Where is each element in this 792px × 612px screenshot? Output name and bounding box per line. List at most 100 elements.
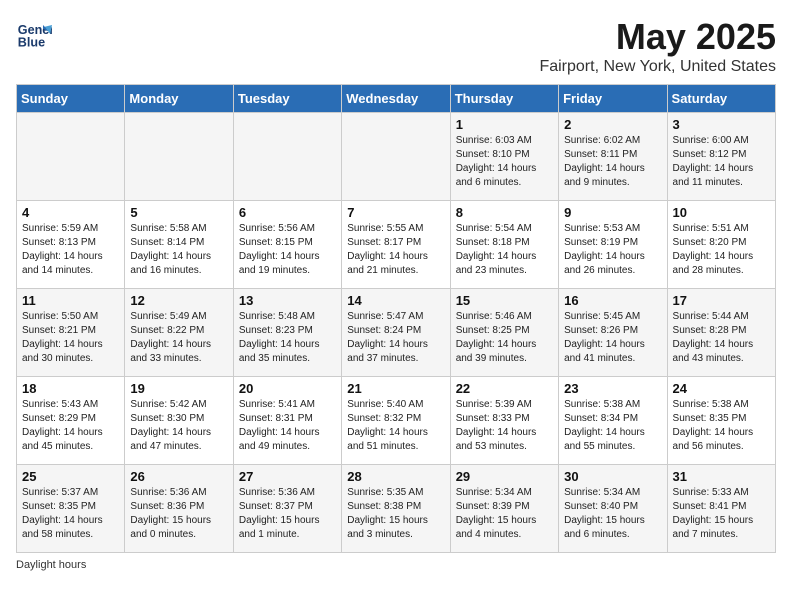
day-info: Sunrise: 5:39 AM Sunset: 8:33 PM Dayligh…	[456, 398, 553, 454]
day-number: 20	[239, 381, 336, 396]
day-number: 11	[22, 293, 119, 308]
calendar-cell: 4Sunrise: 5:59 AM Sunset: 8:13 PM Daylig…	[17, 201, 125, 289]
calendar-cell: 3 Sunrise: 6:00 AM Sunset: 8:12 PM Daylig…	[667, 113, 775, 201]
calendar-cell	[342, 113, 450, 201]
day-info: Sunrise: 6:03 AM Sunset: 8:10 PM Dayligh…	[456, 134, 553, 190]
day-info: Sunrise: 5:44 AM Sunset: 8:28 PM Dayligh…	[673, 310, 770, 366]
calendar-cell: 17 Sunrise: 5:44 AM Sunset: 8:28 PM Dayli…	[667, 289, 775, 377]
weekday-header: Sunday	[17, 85, 125, 113]
page-header: General Blue May 2025 Fairport, New York…	[16, 16, 776, 76]
day-info: Sunrise: 5:35 AM Sunset: 8:38 PM Dayligh…	[347, 486, 444, 542]
logo: General Blue	[16, 16, 52, 52]
day-number: 8	[456, 205, 553, 220]
legend: Daylight hours	[16, 559, 776, 571]
calendar-cell: 15 Sunrise: 5:46 AM Sunset: 8:25 PM Dayli…	[450, 289, 558, 377]
day-number: 21	[347, 381, 444, 396]
calendar-cell	[17, 113, 125, 201]
weekday-header: Tuesday	[233, 85, 341, 113]
day-number: 12	[130, 293, 227, 308]
day-number: 9	[564, 205, 661, 220]
calendar-cell: 20 Sunrise: 5:41 AM Sunset: 8:31 PM Dayli…	[233, 377, 341, 465]
day-info: Sunrise: 5:36 AM Sunset: 8:37 PM Dayligh…	[239, 486, 336, 542]
calendar-cell: 23 Sunrise: 5:38 AM Sunset: 8:34 PM Dayli…	[559, 377, 667, 465]
day-info: Sunrise: 5:55 AM Sunset: 8:17 PM Dayligh…	[347, 222, 444, 278]
calendar-cell: 16 Sunrise: 5:45 AM Sunset: 8:26 PM Dayli…	[559, 289, 667, 377]
day-info: Sunrise: 5:46 AM Sunset: 8:25 PM Dayligh…	[456, 310, 553, 366]
svg-text:Blue: Blue	[18, 36, 45, 50]
day-info: Sunrise: 5:47 AM Sunset: 8:24 PM Dayligh…	[347, 310, 444, 366]
calendar-cell: 18Sunrise: 5:43 AM Sunset: 8:29 PM Dayli…	[17, 377, 125, 465]
day-number: 24	[673, 381, 770, 396]
day-number: 23	[564, 381, 661, 396]
day-info: Sunrise: 5:36 AM Sunset: 8:36 PM Dayligh…	[130, 486, 227, 542]
day-info: Sunrise: 5:56 AM Sunset: 8:15 PM Dayligh…	[239, 222, 336, 278]
calendar-cell: 21 Sunrise: 5:40 AM Sunset: 8:32 PM Dayli…	[342, 377, 450, 465]
day-info: Sunrise: 5:54 AM Sunset: 8:18 PM Dayligh…	[456, 222, 553, 278]
calendar-cell: 27Sunrise: 5:36 AM Sunset: 8:37 PM Dayli…	[233, 465, 341, 553]
day-info: Sunrise: 5:45 AM Sunset: 8:26 PM Dayligh…	[564, 310, 661, 366]
day-info: Sunrise: 5:33 AM Sunset: 8:41 PM Dayligh…	[673, 486, 770, 542]
day-number: 30	[564, 469, 661, 484]
calendar-cell: 29Sunrise: 5:34 AM Sunset: 8:39 PM Dayli…	[450, 465, 558, 553]
day-number: 28	[347, 469, 444, 484]
calendar-cell: 19 Sunrise: 5:42 AM Sunset: 8:30 PM Dayli…	[125, 377, 233, 465]
calendar-header: SundayMondayTuesdayWednesdayThursdayFrid…	[17, 85, 776, 113]
day-info: Sunrise: 5:42 AM Sunset: 8:30 PM Dayligh…	[130, 398, 227, 454]
calendar-cell: 26Sunrise: 5:36 AM Sunset: 8:36 PM Dayli…	[125, 465, 233, 553]
calendar-week-row: 11 Sunrise: 5:50 AM Sunset: 8:21 PM Dayli…	[17, 289, 776, 377]
day-info: Sunrise: 5:43 AM Sunset: 8:29 PM Dayligh…	[22, 398, 119, 454]
day-info: Sunrise: 5:48 AM Sunset: 8:23 PM Dayligh…	[239, 310, 336, 366]
day-number: 31	[673, 469, 770, 484]
day-number: 15	[456, 293, 553, 308]
day-number: 16	[564, 293, 661, 308]
day-info: Sunrise: 6:00 AM Sunset: 8:12 PM Dayligh…	[673, 134, 770, 190]
calendar-cell: 6Sunrise: 5:56 AM Sunset: 8:15 PM Daylig…	[233, 201, 341, 289]
calendar-cell: 31 Sunrise: 5:33 AM Sunset: 8:41 PM Dayli…	[667, 465, 775, 553]
day-info: Sunrise: 5:50 AM Sunset: 8:21 PM Dayligh…	[22, 310, 119, 366]
calendar-cell: 5 Sunrise: 5:58 AM Sunset: 8:14 PM Daylig…	[125, 201, 233, 289]
calendar-body: 1 Sunrise: 6:03 AM Sunset: 8:10 PM Daylig…	[17, 113, 776, 553]
day-info: Sunrise: 5:53 AM Sunset: 8:19 PM Dayligh…	[564, 222, 661, 278]
calendar-cell: 28 Sunrise: 5:35 AM Sunset: 8:38 PM Dayli…	[342, 465, 450, 553]
main-title: May 2025	[539, 16, 776, 58]
day-info: Sunrise: 5:34 AM Sunset: 8:40 PM Dayligh…	[564, 486, 661, 542]
calendar-cell: 13 Sunrise: 5:48 AM Sunset: 8:23 PM Dayli…	[233, 289, 341, 377]
weekday-row: SundayMondayTuesdayWednesdayThursdayFrid…	[17, 85, 776, 113]
weekday-header: Saturday	[667, 85, 775, 113]
day-number: 13	[239, 293, 336, 308]
logo-icon: General Blue	[16, 16, 52, 52]
calendar-cell: 14 Sunrise: 5:47 AM Sunset: 8:24 PM Dayli…	[342, 289, 450, 377]
calendar-cell: 2Sunrise: 6:02 AM Sunset: 8:11 PM Daylig…	[559, 113, 667, 201]
subtitle: Fairport, New York, United States	[539, 58, 776, 76]
day-number: 5	[130, 205, 227, 220]
day-number: 25	[22, 469, 119, 484]
day-number: 3	[673, 117, 770, 132]
weekday-header: Wednesday	[342, 85, 450, 113]
calendar-week-row: 25 Sunrise: 5:37 AM Sunset: 8:35 PM Dayli…	[17, 465, 776, 553]
calendar-week-row: 1 Sunrise: 6:03 AM Sunset: 8:10 PM Daylig…	[17, 113, 776, 201]
day-number: 10	[673, 205, 770, 220]
day-number: 4	[22, 205, 119, 220]
day-info: Sunrise: 5:40 AM Sunset: 8:32 PM Dayligh…	[347, 398, 444, 454]
day-number: 1	[456, 117, 553, 132]
day-number: 14	[347, 293, 444, 308]
calendar-cell: 22Sunrise: 5:39 AM Sunset: 8:33 PM Dayli…	[450, 377, 558, 465]
calendar-cell: 8 Sunrise: 5:54 AM Sunset: 8:18 PM Daylig…	[450, 201, 558, 289]
day-number: 17	[673, 293, 770, 308]
calendar-cell	[233, 113, 341, 201]
calendar-cell: 30 Sunrise: 5:34 AM Sunset: 8:40 PM Dayli…	[559, 465, 667, 553]
day-info: Sunrise: 5:37 AM Sunset: 8:35 PM Dayligh…	[22, 486, 119, 542]
weekday-header: Thursday	[450, 85, 558, 113]
day-info: Sunrise: 5:38 AM Sunset: 8:35 PM Dayligh…	[673, 398, 770, 454]
day-info: Sunrise: 5:51 AM Sunset: 8:20 PM Dayligh…	[673, 222, 770, 278]
calendar-cell: 25 Sunrise: 5:37 AM Sunset: 8:35 PM Dayli…	[17, 465, 125, 553]
calendar-cell: 10 Sunrise: 5:51 AM Sunset: 8:20 PM Dayli…	[667, 201, 775, 289]
weekday-header: Friday	[559, 85, 667, 113]
day-info: Sunrise: 6:02 AM Sunset: 8:11 PM Dayligh…	[564, 134, 661, 190]
day-info: Sunrise: 5:58 AM Sunset: 8:14 PM Dayligh…	[130, 222, 227, 278]
calendar-cell: 1 Sunrise: 6:03 AM Sunset: 8:10 PM Daylig…	[450, 113, 558, 201]
day-number: 19	[130, 381, 227, 396]
day-info: Sunrise: 5:41 AM Sunset: 8:31 PM Dayligh…	[239, 398, 336, 454]
day-info: Sunrise: 5:38 AM Sunset: 8:34 PM Dayligh…	[564, 398, 661, 454]
calendar-cell: 7Sunrise: 5:55 AM Sunset: 8:17 PM Daylig…	[342, 201, 450, 289]
